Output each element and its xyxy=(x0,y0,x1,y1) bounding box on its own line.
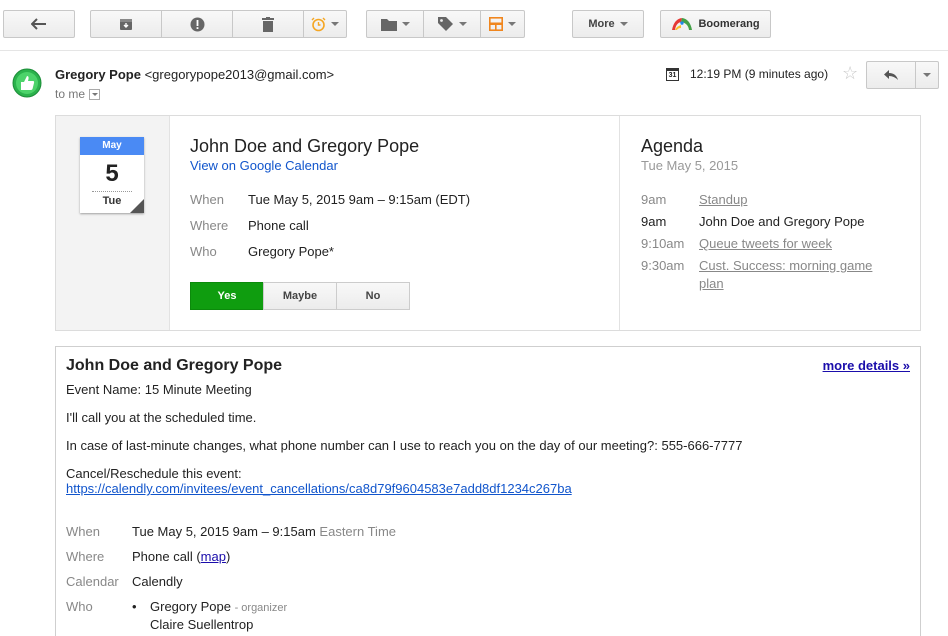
agenda-item-cust-success-line2[interactable]: plan xyxy=(699,276,724,291)
body-where-label: Where xyxy=(66,549,105,564)
move-to-button[interactable] xyxy=(366,10,424,38)
rsvp-yes-button[interactable]: Yes xyxy=(190,282,264,310)
cancel-label: Cancel/Reschedule this event: xyxy=(66,466,242,481)
where-label: Where xyxy=(190,218,229,233)
body-calendar-label: Calendar xyxy=(66,574,119,589)
map-link[interactable]: map xyxy=(201,549,226,564)
more-options-button[interactable] xyxy=(915,61,939,89)
chevron-down-icon xyxy=(458,22,467,26)
chevron-down-icon xyxy=(401,22,410,26)
body-who-label: Who xyxy=(66,599,93,614)
tag-icon xyxy=(437,17,453,31)
chevron-down-icon xyxy=(91,92,98,96)
date-panel: May 5 Tue xyxy=(56,116,170,330)
alarm-clock-icon xyxy=(311,17,326,31)
view-on-google-calendar-link[interactable]: View on Google Calendar xyxy=(190,158,338,173)
timezone-label: Eastern Time xyxy=(319,524,397,539)
folder-icon xyxy=(380,18,397,31)
organize-button-group xyxy=(366,10,525,38)
sender-line: Gregory Pope <gregorypope2013@gmail.com> xyxy=(55,67,334,82)
calendar-invite-card: May 5 Tue John Doe and Gregory Pope View… xyxy=(55,115,921,331)
boomerang-logo-icon xyxy=(672,18,693,30)
message-time: 12:19 PM (9 minutes ago) xyxy=(690,67,829,81)
thumbs-up-avatar-icon xyxy=(12,68,42,98)
agenda-item-cust-success[interactable]: Cust. Success: morning game xyxy=(699,258,872,273)
sender-name[interactable]: Gregory Pope xyxy=(55,67,141,82)
agenda-time: 9:30am xyxy=(641,258,685,273)
archive-icon xyxy=(120,19,132,30)
body-where-value: Phone call (map) xyxy=(132,549,231,564)
more-button[interactable]: More xyxy=(572,10,644,38)
report-spam-icon xyxy=(190,17,204,31)
delete-button[interactable] xyxy=(232,10,304,38)
event-name-line: Event Name: 15 Minute Meeting xyxy=(66,382,252,397)
boomerang-button[interactable]: Boomerang xyxy=(660,10,771,38)
agenda-date: Tue May 5, 2015 xyxy=(641,158,739,173)
more-button-label: More xyxy=(588,18,615,30)
chevron-down-icon xyxy=(331,22,339,26)
page-curl-icon xyxy=(130,199,144,213)
agenda-time: 9am xyxy=(641,214,667,229)
cancel-reschedule-link[interactable]: https://calendly.com/invitees/event_canc… xyxy=(66,481,572,496)
agenda-item-current-event: John Doe and Gregory Pope xyxy=(699,214,865,229)
agenda-time: 9:10am xyxy=(641,236,685,251)
body-line-1: I'll call you at the scheduled time. xyxy=(66,410,257,425)
body-when-label: When xyxy=(66,524,100,539)
action-button-group xyxy=(90,10,347,38)
calendar-small-icon: 31 xyxy=(666,68,679,81)
calendar-date-day: 5 xyxy=(105,160,119,187)
rsvp-button-group: Yes Maybe No xyxy=(190,282,410,310)
agenda-time: 9am xyxy=(641,192,667,207)
body-when-value: Tue May 5, 2015 9am – 9:15am Eastern Tim… xyxy=(132,524,397,539)
report-spam-button[interactable] xyxy=(161,10,233,38)
more-details-link[interactable]: more details » xyxy=(823,358,910,373)
reply-button[interactable] xyxy=(866,61,916,89)
chevron-down-icon xyxy=(923,73,931,77)
reply-button-group xyxy=(866,61,939,89)
layout-icon xyxy=(489,17,503,31)
when-value: Tue May 5, 2015 9am – 9:15am (EDT) xyxy=(248,192,471,207)
layout-button[interactable] xyxy=(480,10,525,38)
sender-avatar[interactable] xyxy=(12,68,42,98)
archive-button[interactable] xyxy=(90,10,162,38)
to-me-label: to me xyxy=(55,87,86,101)
when-label: When xyxy=(190,192,224,207)
chevron-down-icon xyxy=(619,22,628,26)
labels-button[interactable] xyxy=(423,10,481,38)
snooze-button[interactable] xyxy=(303,10,347,38)
calendar-date-icon: May 5 Tue xyxy=(80,137,144,213)
body-event-title: John Doe and Gregory Pope xyxy=(66,357,283,374)
trash-icon xyxy=(262,16,274,32)
who-label: Who xyxy=(190,244,217,259)
agenda-item-standup[interactable]: Standup xyxy=(699,192,747,207)
agenda-title: Agenda xyxy=(641,136,704,156)
star-icon[interactable]: ☆ xyxy=(842,63,858,83)
event-title: John Doe and Gregory Pope xyxy=(190,136,420,156)
recipient-details-toggle[interactable] xyxy=(89,88,101,100)
boomerang-button-label: Boomerang xyxy=(698,18,760,30)
who-value: Gregory Pope* xyxy=(248,244,334,259)
reply-icon xyxy=(884,70,898,80)
who-list-item: Claire Suellentrop xyxy=(150,617,254,632)
agenda-panel: Agenda Tue May 5, 2015 9am Standup 9am J… xyxy=(619,116,921,330)
toolbar-divider xyxy=(0,50,948,51)
who-list-item: • Gregory Pope - organizer xyxy=(132,599,288,614)
rsvp-maybe-button[interactable]: Maybe xyxy=(263,282,337,310)
chevron-down-icon xyxy=(508,22,516,26)
message-body: John Doe and Gregory Pope more details »… xyxy=(55,346,921,636)
back-button[interactable] xyxy=(3,10,75,38)
where-value: Phone call xyxy=(248,218,309,233)
body-line-2: In case of last-minute changes, what pho… xyxy=(66,438,743,453)
calendar-date-month: May xyxy=(80,137,144,155)
agenda-item-queue-tweets[interactable]: Queue tweets for week xyxy=(699,236,832,251)
body-calendar-value: Calendly xyxy=(132,574,183,589)
sender-email: <gregorypope2013@gmail.com> xyxy=(144,67,335,82)
back-arrow-icon xyxy=(31,18,46,30)
rsvp-no-button[interactable]: No xyxy=(336,282,410,310)
recipient-line: to me xyxy=(55,87,101,101)
